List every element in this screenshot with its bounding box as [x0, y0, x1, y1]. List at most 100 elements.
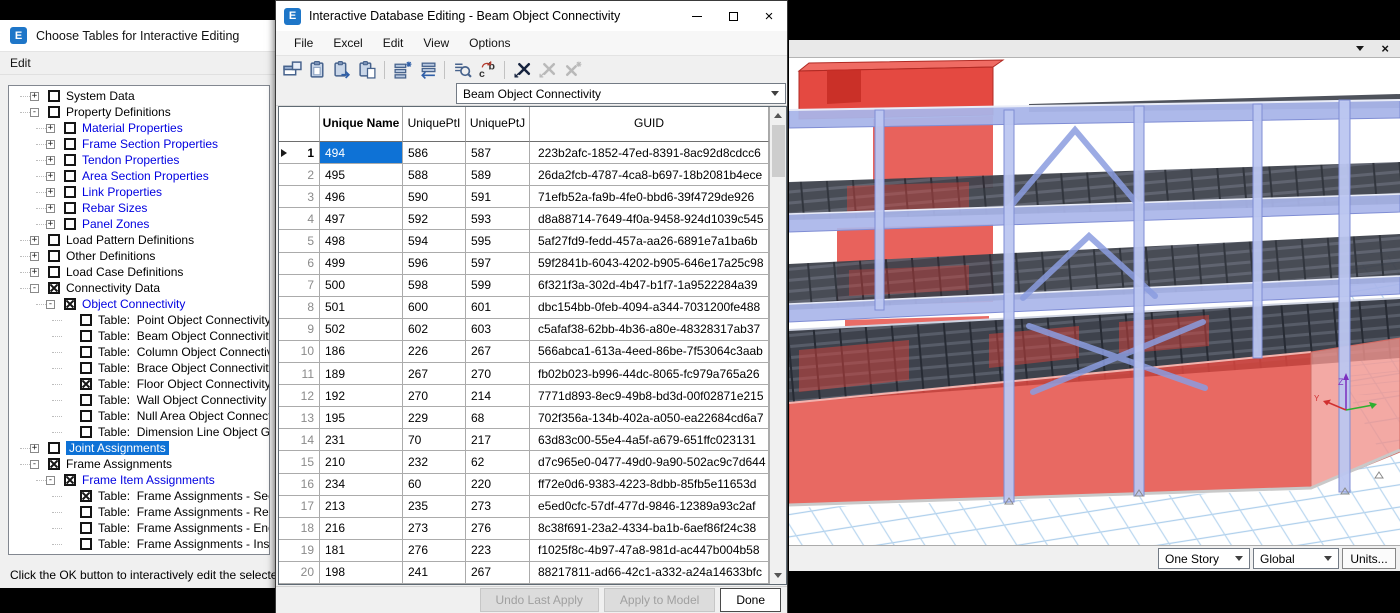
cell-guid[interactable]: 6f321f3a-302d-4b47-b1f7-1a9522284a39 — [530, 275, 769, 297]
cell-uniqueptj[interactable]: 597 — [466, 253, 530, 275]
tree-item-table-null-area-object-connectivity[interactable]: Table: Null Area Object Connectivity — [9, 408, 269, 424]
tree-checkbox[interactable] — [48, 90, 60, 102]
reorder-rows-button[interactable] — [415, 58, 439, 81]
cell-guid[interactable]: fb02b023-b996-44dc-8065-fc979a765a26 — [530, 363, 769, 385]
cell-uniqueptj[interactable]: 217 — [466, 429, 530, 451]
row-header[interactable]: 13 — [279, 407, 320, 429]
tree-checkbox[interactable] — [64, 138, 76, 150]
tree-item-frame-item-assignments[interactable]: -Frame Item Assignments — [9, 472, 269, 488]
cell-unique-name[interactable]: 216 — [320, 518, 403, 540]
row-header[interactable]: 10 — [279, 341, 320, 363]
tree-item-object-connectivity[interactable]: -Object Connectivity — [9, 296, 269, 312]
done-button[interactable]: Done — [720, 588, 781, 612]
paste-insert-button[interactable] — [330, 58, 354, 81]
expand-toggle-icon[interactable]: - — [46, 476, 55, 485]
row-header[interactable]: 5 — [279, 230, 320, 252]
minimize-button[interactable] — [679, 1, 715, 31]
maximize-button[interactable] — [715, 1, 751, 31]
expand-toggle-icon[interactable]: - — [46, 300, 55, 309]
cell-uniqueptj[interactable]: 223 — [466, 540, 530, 562]
cell-guid[interactable]: d7c965e0-0477-49d0-9a90-502ac9c7d644 — [530, 451, 769, 473]
scroll-up-button[interactable] — [770, 107, 786, 124]
tree-checkbox[interactable] — [64, 186, 76, 198]
tree-item-table-frame-assignments-insertion[interactable]: Table: Frame Assignments - Insertion — [9, 536, 269, 552]
row-header[interactable]: 16 — [279, 474, 320, 496]
expand-toggle-icon[interactable]: - — [30, 284, 39, 293]
tree-checkbox[interactable] — [48, 458, 60, 470]
story-selector-combo[interactable]: One Story — [1158, 548, 1250, 569]
menu-excel[interactable]: Excel — [323, 33, 372, 53]
tree-item-table-frame-assignments-end-leng[interactable]: Table: Frame Assignments - End Leng — [9, 520, 269, 536]
close-icon[interactable]: × — [1381, 42, 1389, 55]
cell-uniquepti[interactable]: 586 — [403, 142, 466, 164]
tree-item-joint-assignments[interactable]: +Joint Assignments — [9, 440, 269, 456]
expand-toggle-icon[interactable]: + — [46, 172, 55, 181]
expand-toggle-icon[interactable]: + — [46, 156, 55, 165]
tree-checkbox[interactable] — [64, 202, 76, 214]
cell-guid[interactable]: c5afaf38-62bb-4b36-a80e-48328317ab37 — [530, 319, 769, 341]
table-selector-combo[interactable]: Beam Object Connectivity — [456, 83, 786, 104]
tree-checkbox[interactable] — [48, 250, 60, 262]
row-header[interactable]: 4 — [279, 208, 320, 230]
window-menu-dropdown-icon[interactable] — [1356, 46, 1364, 51]
cell-unique-name[interactable]: 213 — [320, 496, 403, 518]
row-header[interactable]: 15 — [279, 451, 320, 473]
tree-item-tendon-properties[interactable]: +Tendon Properties — [9, 152, 269, 168]
vertical-scrollbar[interactable] — [769, 107, 786, 584]
cell-uniquepti[interactable]: 590 — [403, 186, 466, 208]
cell-unique-name[interactable]: 186 — [320, 341, 403, 363]
column-header-rowselector[interactable] — [279, 107, 320, 142]
column-header-uniqueptj[interactable]: UniquePtJ — [466, 107, 530, 142]
row-header[interactable]: 3 — [279, 186, 320, 208]
tree-checkbox[interactable] — [64, 154, 76, 166]
cell-uniquepti[interactable]: 276 — [403, 540, 466, 562]
cell-unique-name[interactable]: 501 — [320, 297, 403, 319]
paste-replace-button[interactable] — [355, 58, 379, 81]
coordinate-system-combo[interactable]: Global — [1253, 548, 1339, 569]
row-header[interactable]: 14 — [279, 429, 320, 451]
tree-checkbox[interactable] — [80, 522, 92, 534]
expand-toggle-icon[interactable]: + — [30, 268, 39, 277]
cell-unique-name[interactable]: 195 — [320, 407, 403, 429]
tree-item-table-frame-assignments-releases[interactable]: Table: Frame Assignments - Releases — [9, 504, 269, 520]
menu-view[interactable]: View — [413, 33, 459, 53]
cell-uniquepti[interactable]: 600 — [403, 297, 466, 319]
cell-uniquepti[interactable]: 592 — [403, 208, 466, 230]
cell-unique-name[interactable]: 181 — [320, 540, 403, 562]
row-header[interactable]: 2 — [279, 164, 320, 186]
tree-item-load-case-definitions[interactable]: +Load Case Definitions — [9, 264, 269, 280]
cell-guid[interactable]: 566abca1-613a-4eed-86be-7f53064c3aab — [530, 341, 769, 363]
cell-unique-name[interactable]: 192 — [320, 385, 403, 407]
tree-item-rebar-sizes[interactable]: +Rebar Sizes — [9, 200, 269, 216]
tree-item-table[interactable]: Table: — [9, 552, 269, 555]
tree-checkbox[interactable] — [80, 378, 92, 390]
delete-selected-button[interactable] — [510, 58, 534, 81]
row-header[interactable]: 6 — [279, 253, 320, 275]
cell-guid[interactable]: 26da2fcb-4787-4ca8-b697-18b2081b4ece — [530, 164, 769, 186]
cell-uniquepti[interactable]: 232 — [403, 451, 466, 473]
expand-toggle-icon[interactable]: - — [30, 108, 39, 117]
replace-button[interactable]: cb — [475, 58, 499, 81]
cell-unique-name[interactable]: 198 — [320, 562, 403, 584]
cell-uniquepti[interactable]: 226 — [403, 341, 466, 363]
tree-checkbox[interactable] — [80, 410, 92, 422]
cell-uniquepti[interactable]: 70 — [403, 429, 466, 451]
cell-guid[interactable]: e5ed0cfc-57df-477d-9846-12389a93c2af — [530, 496, 769, 518]
cell-uniqueptj[interactable]: 603 — [466, 319, 530, 341]
menu-edit[interactable]: Edit — [0, 53, 41, 73]
tree-checkbox[interactable] — [48, 442, 60, 454]
cell-unique-name[interactable]: 494 — [320, 142, 403, 164]
tree-checkbox[interactable] — [80, 506, 92, 518]
column-header-unique-name[interactable]: Unique Name — [320, 107, 403, 142]
menu-file[interactable]: File — [284, 33, 323, 53]
tree-item-connectivity-data[interactable]: -Connectivity Data — [9, 280, 269, 296]
expand-toggle-icon[interactable]: + — [30, 252, 39, 261]
cell-uniquepti[interactable]: 241 — [403, 562, 466, 584]
row-header[interactable]: 11 — [279, 363, 320, 385]
cell-guid[interactable]: d8a88714-7649-4f0a-9458-924d1039c545 — [530, 208, 769, 230]
tree-checkbox[interactable] — [80, 538, 92, 550]
column-header-uniquepti[interactable]: UniquePtI — [403, 107, 466, 142]
cell-uniqueptj[interactable]: 595 — [466, 230, 530, 252]
cell-guid[interactable]: f1025f8c-4b97-47a8-981d-ac447b004b58 — [530, 540, 769, 562]
expand-toggle-icon[interactable]: + — [46, 124, 55, 133]
